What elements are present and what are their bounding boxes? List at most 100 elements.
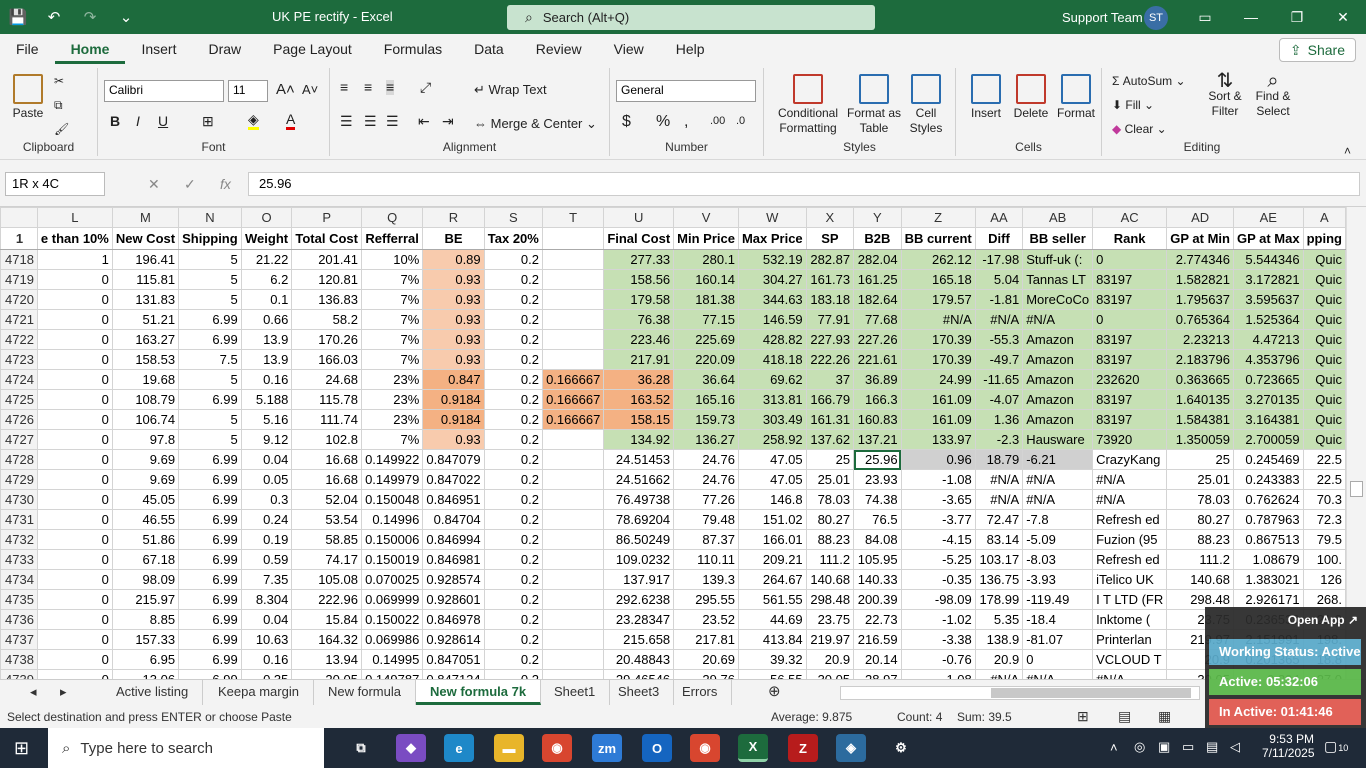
cell[interactable]: 0.2 xyxy=(483,249,543,270)
cell[interactable]: 86.50249 xyxy=(603,529,675,550)
cell[interactable]: #N/A xyxy=(1022,489,1094,510)
cell[interactable]: 0.847 xyxy=(422,369,485,390)
cell[interactable]: 24.76 xyxy=(673,449,739,470)
menu-insert[interactable]: Insert xyxy=(125,34,192,64)
column-header[interactable]: A xyxy=(1302,207,1346,228)
cell[interactable]: 83197 xyxy=(1092,329,1168,350)
tab-sheet3[interactable]: Sheet3 xyxy=(604,680,675,705)
select-all-corner[interactable] xyxy=(0,207,38,228)
column-header[interactable]: AB xyxy=(1022,207,1094,228)
tab-sheet1[interactable]: Sheet1 xyxy=(540,680,611,705)
cell[interactable]: 0.2 xyxy=(483,629,543,650)
column-header[interactable]: T xyxy=(541,207,605,228)
tab-new-formula[interactable]: New formula xyxy=(314,680,416,705)
header-cell[interactable]: Max Price xyxy=(737,227,807,250)
cell[interactable]: 73920 xyxy=(1092,429,1168,450)
cell[interactable]: 0 xyxy=(36,369,113,390)
cell[interactable]: VCLOUD T xyxy=(1092,649,1168,670)
cell[interactable]: 5.16 xyxy=(240,409,293,430)
cell[interactable]: Quic xyxy=(1302,349,1346,370)
cell[interactable]: 1.795637 xyxy=(1166,289,1234,310)
cell[interactable]: 83197 xyxy=(1092,409,1168,430)
cell[interactable]: 105.95 xyxy=(853,549,902,570)
cell[interactable]: 1.383021 xyxy=(1232,569,1304,590)
cell[interactable]: #N/A xyxy=(974,309,1024,330)
cell[interactable]: 74.17 xyxy=(291,549,362,570)
cell[interactable]: 0.847051 xyxy=(422,649,485,670)
cell[interactable]: 5 xyxy=(178,369,242,390)
cell[interactable]: 0.14996 xyxy=(360,509,424,530)
cell[interactable]: -0.35 xyxy=(900,569,976,590)
cell[interactable] xyxy=(541,629,605,650)
autosum-button[interactable]: Σ AutoSum ⌄ xyxy=(1112,74,1186,89)
cell[interactable]: 1.582821 xyxy=(1166,269,1234,290)
cell[interactable]: 9.12 xyxy=(240,429,293,450)
cell[interactable]: 0.846951 xyxy=(422,489,485,510)
horizontal-scrollbar[interactable] xyxy=(840,686,1200,700)
cell[interactable]: 227.26 xyxy=(853,329,902,350)
cell[interactable]: 7% xyxy=(360,269,424,290)
notification-icon[interactable]: ▢10 xyxy=(1324,738,1348,755)
cell[interactable]: 111.2 xyxy=(1166,549,1234,570)
cell[interactable]: 232620 xyxy=(1092,369,1168,390)
cell[interactable]: 161.25 xyxy=(853,269,902,290)
cell[interactable]: Hausware xyxy=(1022,429,1094,450)
cell[interactable] xyxy=(541,289,605,310)
cell[interactable]: 97.8 xyxy=(111,429,180,450)
cell[interactable]: #N/A xyxy=(900,309,976,330)
cell[interactable]: 0.149922 xyxy=(360,449,424,470)
cell[interactable]: 77.68 xyxy=(853,309,902,330)
cell[interactable] xyxy=(541,309,605,330)
cell[interactable]: 7% xyxy=(360,289,424,310)
cell[interactable]: 0 xyxy=(36,649,113,670)
cell[interactable]: #N/A xyxy=(1092,489,1168,510)
cell[interactable] xyxy=(541,489,605,510)
filezilla-icon[interactable]: Z xyxy=(788,734,818,762)
cell[interactable]: 0.150022 xyxy=(360,609,424,630)
cell[interactable]: 282.04 xyxy=(853,249,902,270)
cell[interactable]: 103.17 xyxy=(974,549,1024,570)
cell[interactable]: 166.3 xyxy=(853,389,902,410)
cell[interactable]: 0.149979 xyxy=(360,469,424,490)
cell[interactable]: 219.97 xyxy=(805,629,855,650)
cell[interactable]: 7% xyxy=(360,349,424,370)
row-header[interactable]: 4738 xyxy=(0,649,38,670)
header-cell[interactable]: GP at Max xyxy=(1232,227,1304,250)
windows-start-icon[interactable]: ⊞ xyxy=(14,738,29,759)
close-icon[interactable]: ✕ xyxy=(1320,0,1366,34)
cell[interactable]: 159.73 xyxy=(673,409,739,430)
menu-page-layout[interactable]: Page Layout xyxy=(257,34,368,64)
cell[interactable]: iTelico UK xyxy=(1092,569,1168,590)
ribbon-display-icon[interactable]: ▭ xyxy=(1182,0,1228,34)
cell[interactable]: 39.32 xyxy=(737,649,807,670)
delete-cells-button[interactable]: Delete xyxy=(1010,74,1052,121)
cell[interactable]: 58.85 xyxy=(291,529,362,550)
cell[interactable]: 56.55 xyxy=(737,669,807,679)
cell[interactable]: 15.84 xyxy=(291,609,362,630)
font-name-select[interactable]: Calibri xyxy=(104,80,224,102)
row-header[interactable]: 4721 xyxy=(0,309,38,330)
cell[interactable]: -81.07 xyxy=(1022,629,1094,650)
cell[interactable]: 76.49738 xyxy=(603,489,675,510)
cell[interactable]: 170.39 xyxy=(900,329,976,350)
tab-active-listing[interactable]: Active listing xyxy=(102,680,204,705)
cell[interactable]: 13.9 xyxy=(240,329,293,350)
cell[interactable]: 6.99 xyxy=(178,569,242,590)
cell[interactable]: 0.93 xyxy=(422,269,485,290)
cell[interactable]: 220.09 xyxy=(673,349,739,370)
cell[interactable]: 0.2 xyxy=(483,329,543,350)
menu-file[interactable]: File xyxy=(0,34,55,64)
cell[interactable]: 0.2 xyxy=(483,429,543,450)
clear-button[interactable]: ◆ Clear ⌄ xyxy=(1112,122,1167,137)
cell[interactable]: Quic xyxy=(1302,329,1346,350)
cell[interactable]: CrazyKang xyxy=(1092,449,1168,470)
vertical-scroll-thumb[interactable] xyxy=(1350,481,1363,497)
column-header[interactable]: L xyxy=(36,207,113,228)
cell[interactable] xyxy=(541,609,605,630)
chrome-icon[interactable]: ◉ xyxy=(542,734,572,762)
cell[interactable]: 258.92 xyxy=(737,429,807,450)
cell[interactable]: 5.544346 xyxy=(1232,249,1304,270)
menu-view[interactable]: View xyxy=(598,34,660,64)
cell[interactable]: 79.5 xyxy=(1302,529,1346,550)
cell[interactable]: 2.774346 xyxy=(1166,249,1234,270)
